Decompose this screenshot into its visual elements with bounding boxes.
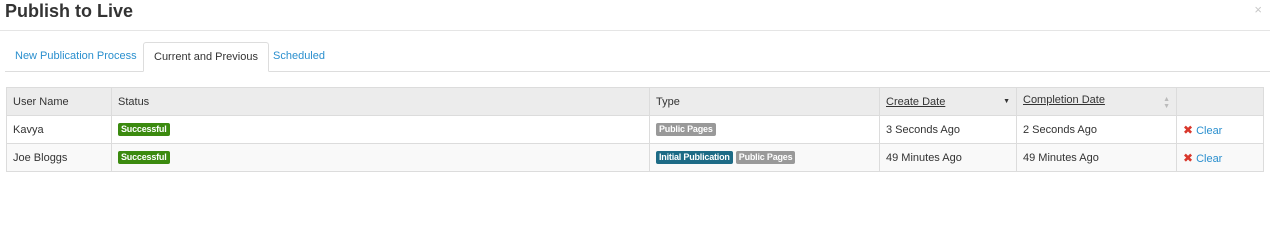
sort-completion-date-link[interactable]: Completion Date xyxy=(1023,94,1105,106)
cell-actions: ✖ Clear xyxy=(1176,115,1264,144)
column-header-label: Type xyxy=(656,95,680,108)
clear-button[interactable]: ✖ Clear xyxy=(1183,151,1222,165)
clear-button[interactable]: ✖ Clear xyxy=(1183,123,1222,137)
status-badge: Successful xyxy=(118,151,170,164)
column-header-completion-date[interactable]: Completion Date ▲ ▼ xyxy=(1016,87,1177,116)
status-badge: Successful xyxy=(118,123,170,136)
clear-label[interactable]: Clear xyxy=(1196,125,1222,137)
column-header-create-date[interactable]: Create Date ▼ xyxy=(879,87,1017,116)
cell-user-name: Joe Bloggs xyxy=(6,143,112,172)
tab-bar: New Publication Process Current and Prev… xyxy=(5,42,1270,72)
type-badge-public-pages: Public Pages xyxy=(656,123,716,136)
cell-status: Successful xyxy=(111,143,650,172)
tab-current-and-previous[interactable]: Current and Previous xyxy=(143,42,269,72)
delete-x-icon[interactable]: ✖ xyxy=(1183,151,1193,165)
cell-completion-date: 2 Seconds Ago xyxy=(1016,115,1177,144)
cell-type: Initial Publication Public Pages xyxy=(649,143,880,172)
tab-scheduled[interactable]: Scheduled xyxy=(263,42,335,70)
dialog-header: Publish to Live × xyxy=(0,0,1270,31)
dialog-title: Publish to Live xyxy=(5,1,134,21)
column-header-actions xyxy=(1176,87,1264,116)
sort-desc-icon[interactable]: ▼ xyxy=(1003,98,1010,105)
type-badge-public-pages: Public Pages xyxy=(735,151,796,164)
table-row: Kavya Successful Public Pages 3 Seconds … xyxy=(6,115,1264,144)
tab-new-publication-process[interactable]: New Publication Process xyxy=(5,42,147,70)
sort-create-date-link[interactable]: Create Date xyxy=(886,96,945,108)
cell-completion-date: 49 Minutes Ago xyxy=(1016,143,1177,172)
cell-status: Successful xyxy=(111,115,650,144)
cell-create-date: 3 Seconds Ago xyxy=(879,115,1017,144)
delete-x-icon[interactable]: ✖ xyxy=(1183,123,1193,137)
column-header-user-name: User Name xyxy=(6,87,112,116)
sort-both-icon[interactable]: ▲ ▼ xyxy=(1163,96,1170,110)
close-icon[interactable]: × xyxy=(1254,3,1262,17)
clear-label[interactable]: Clear xyxy=(1196,153,1222,165)
column-header-status: Status xyxy=(111,87,650,116)
type-badge-initial-publication: Initial Publication xyxy=(656,151,733,164)
table-row: Joe Bloggs Successful Initial Publicatio… xyxy=(6,143,1264,172)
cell-actions: ✖ Clear xyxy=(1176,143,1264,172)
column-header-type: Type xyxy=(649,87,880,116)
table-header-row: User Name Status Type Create Date ▼ Comp… xyxy=(6,87,1264,116)
column-header-label: User Name xyxy=(13,95,69,108)
cell-create-date: 49 Minutes Ago xyxy=(879,143,1017,172)
cell-type: Public Pages xyxy=(649,115,880,144)
cell-user-name: Kavya xyxy=(6,115,112,144)
publications-table: User Name Status Type Create Date ▼ Comp… xyxy=(6,87,1264,172)
column-header-label: Status xyxy=(118,95,150,108)
